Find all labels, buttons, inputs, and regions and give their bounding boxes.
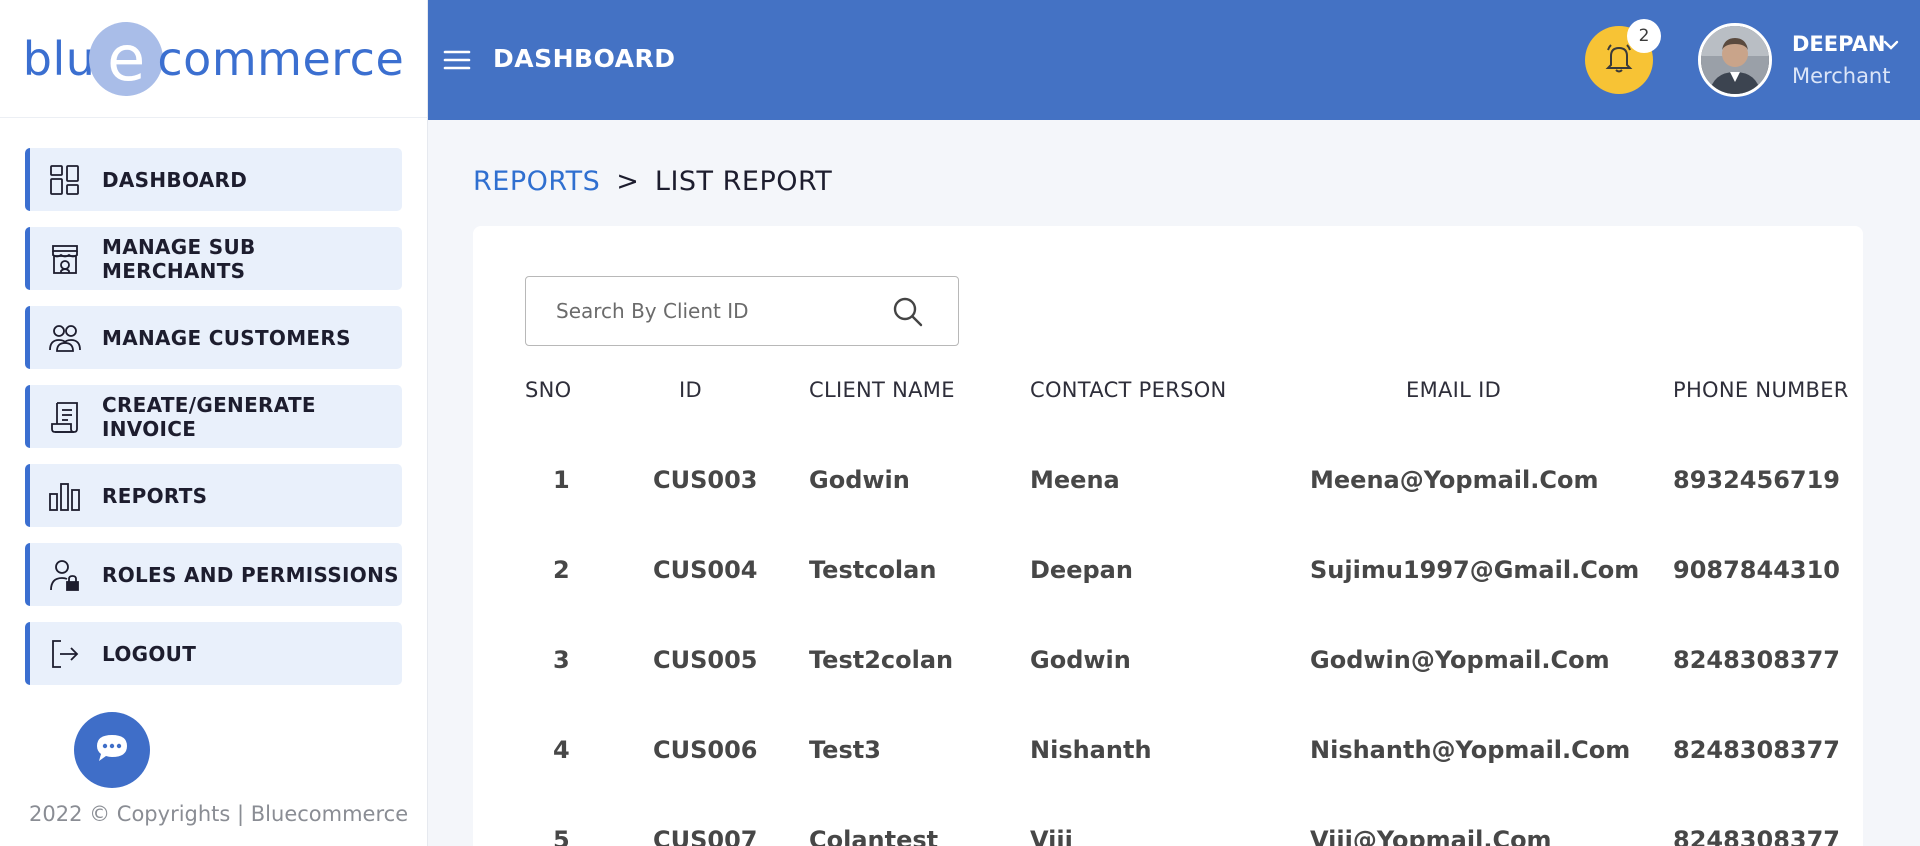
storefront-icon	[48, 242, 82, 276]
sidebar-item-reports[interactable]: REPORTS	[25, 464, 402, 527]
table-cell-sno: 2	[553, 556, 570, 584]
search-input[interactable]	[526, 299, 886, 323]
table-cell-contact-person: Viji	[1030, 826, 1073, 846]
table-cell-id: CUS006	[653, 736, 758, 764]
dashboard-grid-icon	[48, 163, 82, 197]
users-icon	[48, 321, 82, 355]
copyright-text: 2022 © Copyrights | Bluecommerce	[29, 802, 409, 826]
table-cell-id: CUS007	[653, 826, 758, 846]
table-cell-id: CUS003	[653, 466, 758, 494]
column-header-id[interactable]: ID	[679, 378, 702, 402]
table-cell-contact-person: Deepan	[1030, 556, 1133, 584]
table-cell-email: Sujimu1997@Gmail.Com	[1310, 556, 1640, 584]
user-name[interactable]: DEEPAN	[1792, 32, 1885, 56]
page-title: DASHBOARD	[493, 44, 676, 73]
sidebar-item-dashboard[interactable]: DASHBOARD	[25, 148, 402, 211]
table-cell-phone: 8932456719	[1673, 466, 1840, 494]
user-role: Merchant	[1792, 64, 1891, 88]
table-cell-client-name: Test3	[809, 736, 881, 764]
sidebar-item-label: CREATE/GENERATE INVOICE	[102, 392, 316, 441]
bar-chart-icon	[48, 479, 82, 513]
sidebar-item-label: DASHBOARD	[102, 167, 248, 192]
sidebar-item-manage-sub-merchants[interactable]: MANAGE SUB MERCHANTS	[25, 227, 402, 290]
logout-icon	[48, 637, 82, 671]
sidebar-item-manage-customers[interactable]: MANAGE CUSTOMERS	[25, 306, 402, 369]
sidebar-item-label: REPORTS	[102, 483, 208, 508]
chat-bubble-icon	[95, 733, 129, 767]
sidebar-item-create-generate-invoice[interactable]: CREATE/GENERATE INVOICE	[25, 385, 402, 448]
table-cell-client-name: Colantest	[809, 826, 939, 846]
table-cell-id: CUS005	[653, 646, 758, 674]
table-cell-contact-person: Meena	[1030, 466, 1120, 494]
breadcrumb-reports-link[interactable]: REPORTS	[473, 166, 600, 197]
hamburger-menu-icon[interactable]	[443, 48, 471, 72]
column-header-phone-number[interactable]: PHONE NUMBER	[1673, 378, 1849, 402]
logo-suffix: commerce	[157, 31, 405, 86]
logo-e-mark: e	[89, 21, 164, 96]
column-header-sno[interactable]: SNO	[525, 378, 571, 402]
table-cell-sno: 1	[553, 466, 570, 494]
table-cell-email: Viji@Yopmail.Com	[1310, 826, 1552, 846]
table-cell-phone: 9087844310	[1673, 556, 1840, 584]
table-cell-email: Godwin@Yopmail.Com	[1310, 646, 1610, 674]
user-lock-icon	[48, 558, 82, 592]
sidebar-item-label: MANAGE CUSTOMERS	[102, 325, 351, 350]
table-cell-contact-person: Nishanth	[1030, 736, 1152, 764]
table-cell-client-name: Godwin	[809, 466, 910, 494]
notification-count-badge: 2	[1627, 19, 1661, 53]
table-cell-email: Meena@Yopmail.Com	[1310, 466, 1599, 494]
breadcrumb-separator: >	[616, 166, 639, 197]
breadcrumb: REPORTS > LIST REPORT	[473, 166, 832, 197]
table-cell-phone: 8248308377	[1673, 736, 1840, 764]
sidebar-item-logout[interactable]: LOGOUT	[25, 622, 402, 685]
column-header-contact-person[interactable]: CONTACT PERSON	[1030, 378, 1227, 402]
chevron-down-icon[interactable]	[1882, 36, 1900, 54]
search-icon[interactable]	[892, 296, 924, 328]
table-cell-sno: 5	[553, 826, 570, 846]
column-header-client-name[interactable]: CLIENT NAME	[809, 378, 955, 402]
table-cell-phone: 8248308377	[1673, 826, 1840, 846]
table-cell-client-name: Testcolan	[809, 556, 937, 584]
sidebar-item-label: MANAGE SUB MERCHANTS	[102, 234, 256, 283]
table-cell-contact-person: Godwin	[1030, 646, 1131, 674]
table-cell-id: CUS004	[653, 556, 758, 584]
sidebar-item-roles-and-permissions[interactable]: ROLES AND PERMISSIONS	[25, 543, 402, 606]
table-cell-email: Nishanth@Yopmail.Com	[1310, 736, 1631, 764]
chat-button[interactable]	[74, 712, 150, 788]
logo-prefix: blu	[22, 31, 96, 86]
table-cell-phone: 8248308377	[1673, 646, 1840, 674]
sidebar-item-label: ROLES AND PERMISSIONS	[102, 562, 399, 587]
table-cell-client-name: Test2colan	[809, 646, 954, 674]
invoice-icon	[48, 400, 82, 434]
breadcrumb-current: LIST REPORT	[654, 166, 833, 197]
column-header-email-id[interactable]: EMAIL ID	[1406, 378, 1501, 402]
search-box	[525, 276, 959, 346]
table-cell-sno: 3	[553, 646, 570, 674]
top-header: DASHBOARD 2 DEEPAN Merchant	[428, 0, 1920, 120]
sidebar: blu e commerce DASHBOARD MANAGE SUB MERC	[0, 0, 428, 846]
user-avatar[interactable]	[1698, 23, 1772, 97]
sidebar-item-label: LOGOUT	[102, 641, 197, 666]
table-cell-sno: 4	[553, 736, 570, 764]
brand-logo[interactable]: blu e commerce	[0, 0, 427, 118]
report-card: SNO ID CLIENT NAME CONTACT PERSON EMAIL …	[473, 226, 1863, 846]
sidebar-nav: DASHBOARD MANAGE SUB MERCHANTS MANAGE CU…	[0, 118, 427, 685]
